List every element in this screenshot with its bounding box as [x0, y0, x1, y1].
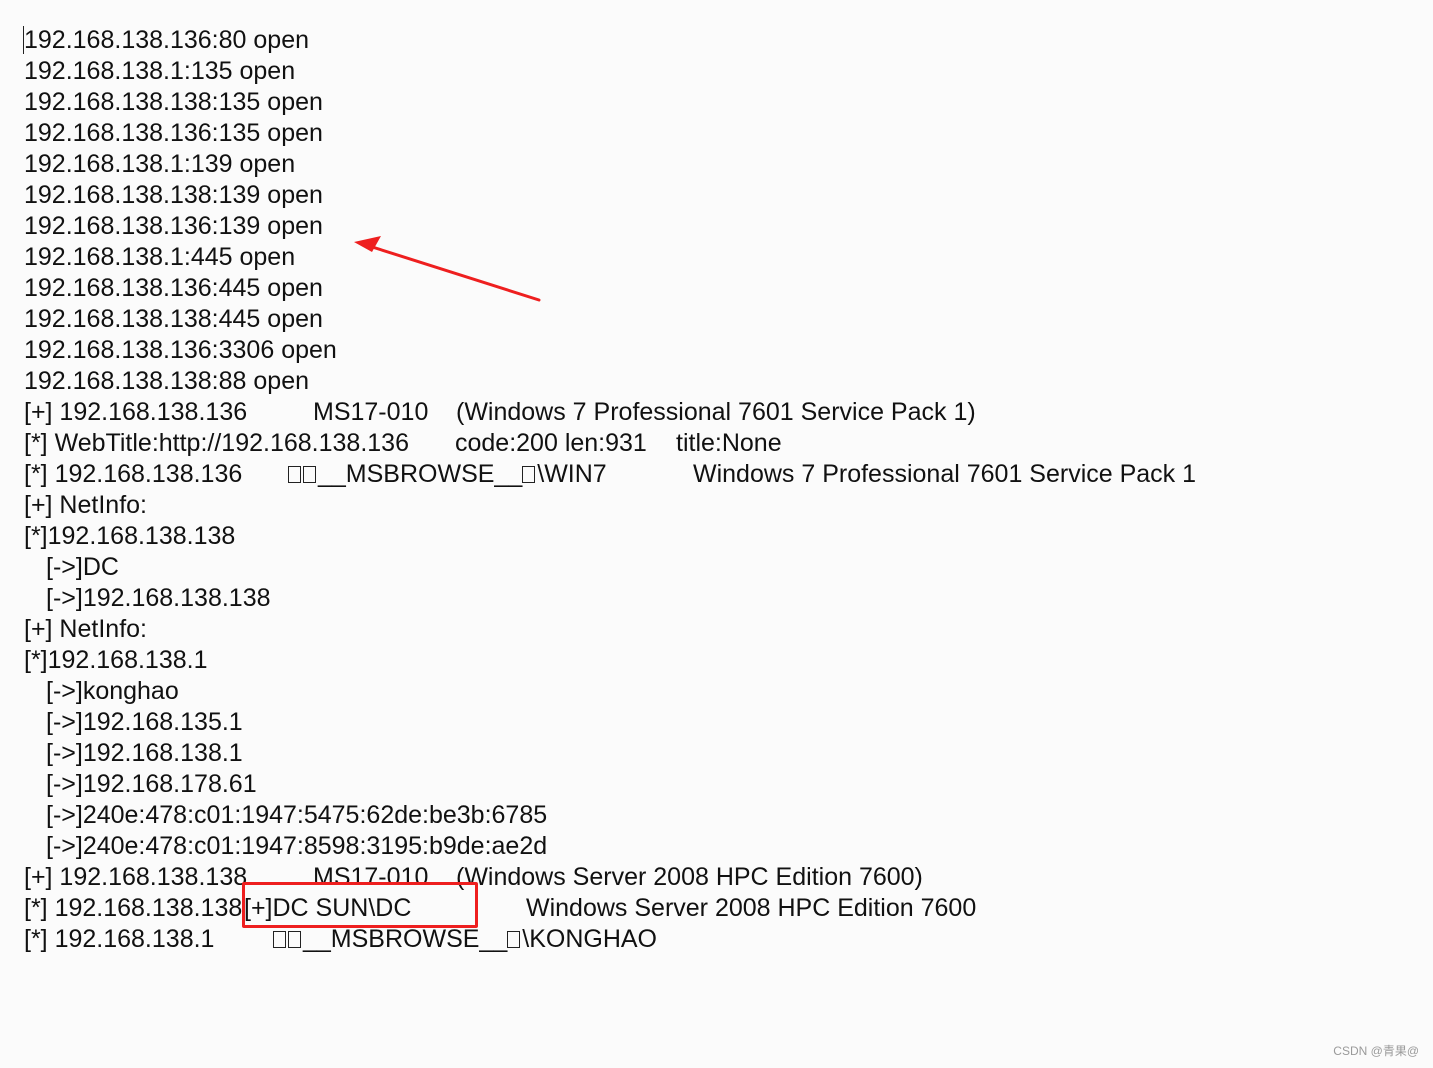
arrow-annotation-icon — [354, 236, 541, 302]
text-editor-area[interactable]: 192.168.138.136:80 open 192.168.138.1:13… — [0, 0, 1433, 1068]
watermark: CSDN @青果@ — [1333, 1044, 1419, 1058]
